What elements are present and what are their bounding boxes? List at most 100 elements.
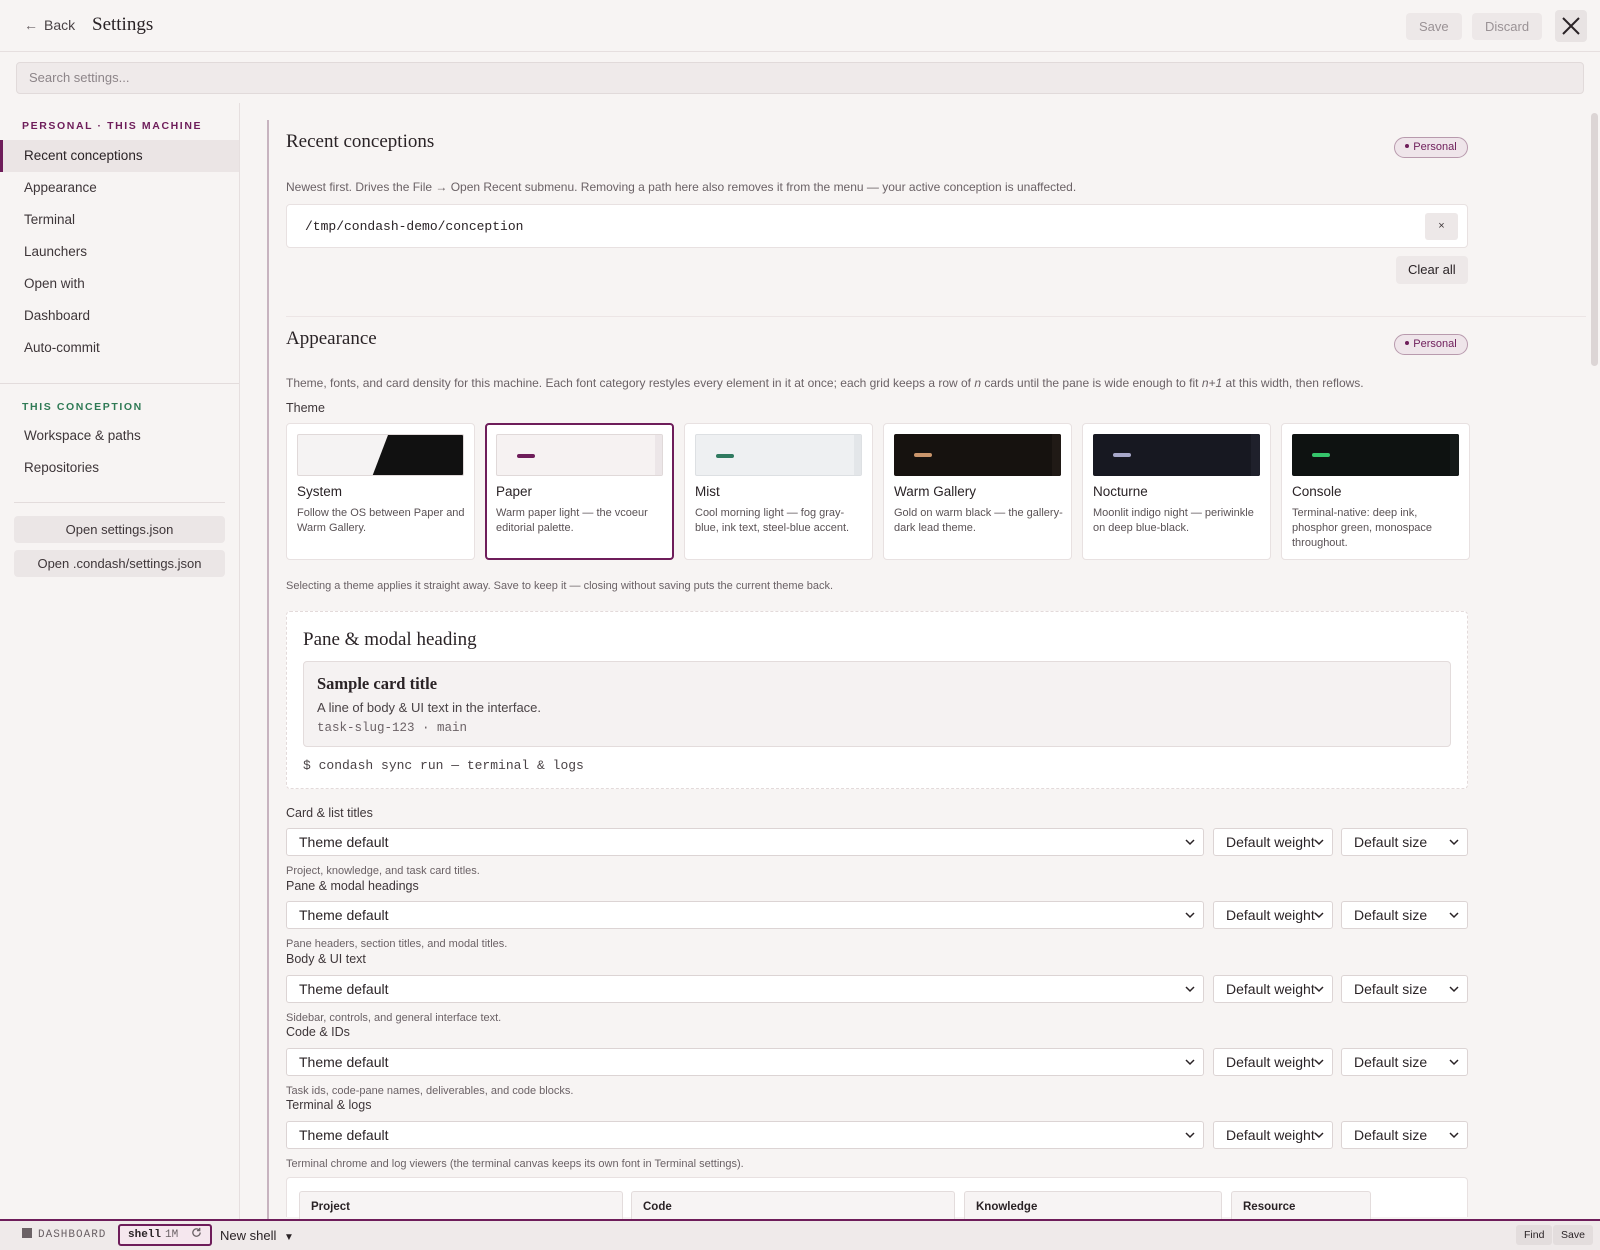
font-size-select[interactable]: Default size <box>1341 901 1468 929</box>
theme-desc: Cool morning light — fog gray-blue, ink … <box>695 507 850 534</box>
font-size-select[interactable]: Default size <box>1341 1121 1468 1149</box>
theme-name: Paper <box>496 484 533 499</box>
font-row-hint: Project, knowledge, and task card titles… <box>286 865 480 877</box>
dashboard-label: DASHBOARD <box>38 1229 107 1241</box>
status-bar: DASHBOARD shell 1M New shell ▼ Find Save <box>0 1219 1600 1250</box>
top-bar: ← Back Settings Save Discard <box>0 0 1600 52</box>
section-accent-line <box>267 120 269 1220</box>
sidebar-heading-conception: THIS CONCEPTION <box>22 401 143 413</box>
font-weight-select[interactable]: Default weight <box>1213 1121 1333 1149</box>
open-condash-settings-json-button[interactable]: Open .condash/settings.json <box>14 550 225 577</box>
theme-swatch <box>496 434 663 476</box>
scrollbar-thumb[interactable] <box>1591 113 1598 366</box>
sidebar-item-dashboard[interactable]: Dashboard <box>0 300 239 332</box>
new-shell-button[interactable]: New shell ▼ <box>220 1228 294 1243</box>
clear-all-button[interactable]: Clear all <box>1396 256 1468 284</box>
grid-header-knowledge: Knowledge <box>964 1191 1222 1219</box>
theme-name: System <box>297 484 343 499</box>
font-family-select[interactable]: Theme default <box>286 1121 1204 1149</box>
theme-name: Nocturne <box>1093 484 1148 499</box>
theme-card-warm-gallery[interactable]: Warm Gallery Gold on warm black — the ga… <box>883 423 1072 560</box>
theme-card-console[interactable]: Console Terminal-native: deep ink, phosp… <box>1281 423 1470 560</box>
font-size-select[interactable]: Default size <box>1341 828 1468 856</box>
accent-bar <box>914 453 932 457</box>
recent-path-row: /tmp/condash-demo/conception × <box>286 204 1468 248</box>
font-family-select[interactable]: Theme default <box>286 901 1204 929</box>
chevron-down-icon <box>1314 986 1324 993</box>
search-input[interactable] <box>29 63 1583 93</box>
theme-swatch <box>894 434 1061 476</box>
recent-path[interactable]: /tmp/condash-demo/conception <box>305 219 523 234</box>
settings-search <box>16 62 1584 94</box>
preview-terminal-text: $ condash sync run — terminal & logs <box>303 758 584 773</box>
font-size-select[interactable]: Default size <box>1341 975 1468 1003</box>
preview-code-text: task-slug-123 · main <box>317 721 468 735</box>
discard-button[interactable]: Discard <box>1472 13 1543 40</box>
close-button[interactable] <box>1555 10 1587 42</box>
chevron-down-icon <box>1185 912 1195 919</box>
sidebar-item-open-with[interactable]: Open with <box>0 268 239 300</box>
badge-label: Personal <box>1413 338 1457 350</box>
remove-path-button[interactable]: × <box>1425 213 1458 240</box>
theme-card-nocturne[interactable]: Nocturne Moonlit indigo night — periwink… <box>1082 423 1271 560</box>
preview-heading: Pane & modal heading <box>303 629 477 650</box>
grid-header-project: Project <box>299 1191 623 1219</box>
font-weight-select[interactable]: Default weight <box>1213 828 1333 856</box>
font-row-hint: Terminal chrome and log viewers (the ter… <box>286 1158 744 1170</box>
preview-body-text: A line of body & UI text in the interfac… <box>317 700 542 715</box>
accent-bar <box>517 454 535 458</box>
shell-tab[interactable]: shell 1M <box>118 1224 212 1246</box>
font-row-hint: Sidebar, controls, and general interface… <box>286 1012 502 1024</box>
dashboard-tab[interactable]: DASHBOARD <box>22 1228 106 1241</box>
sidebar-item-workspace-paths[interactable]: Workspace & paths <box>0 420 239 452</box>
sidebar-divider <box>0 383 239 384</box>
theme-desc: Moonlit indigo night — periwinkle on dee… <box>1093 507 1254 534</box>
find-button[interactable]: Find <box>1516 1225 1553 1245</box>
theme-swatch <box>1292 434 1459 476</box>
sidebar-item-terminal[interactable]: Terminal <box>0 204 239 236</box>
font-row-label: Body & UI text <box>286 952 366 966</box>
font-row-hint: Pane headers, section titles, and modal … <box>286 938 508 950</box>
back-arrow-icon: ← <box>24 17 38 33</box>
sidebar-item-appearance[interactable]: Appearance <box>0 172 239 204</box>
chevron-down-icon <box>1185 1132 1195 1139</box>
statusbar-save-button[interactable]: Save <box>1553 1225 1593 1245</box>
theme-card-mist[interactable]: Mist Cool morning light — fog gray-blue,… <box>684 423 873 560</box>
accent-bar <box>1312 453 1330 457</box>
font-family-select[interactable]: Theme default <box>286 975 1204 1003</box>
open-settings-json-button[interactable]: Open settings.json <box>14 516 225 543</box>
scrollbar[interactable] <box>1589 103 1600 1219</box>
sidebar-item-auto-commit[interactable]: Auto-commit <box>0 332 239 364</box>
badge-dot-icon <box>1405 341 1410 346</box>
save-button[interactable]: Save <box>1406 13 1462 40</box>
font-row-label: Pane & modal headings <box>286 879 419 893</box>
chevron-down-icon <box>1449 839 1459 846</box>
theme-card-paper[interactable]: Paper Warm paper light — the vcoeur edit… <box>485 423 674 560</box>
theme-note: Selecting a theme applies it straight aw… <box>286 580 834 592</box>
preview-card: Sample card title A line of body & UI te… <box>303 661 1451 747</box>
theme-name: Mist <box>695 484 720 499</box>
font-weight-select[interactable]: Default weight <box>1213 975 1333 1003</box>
chevron-down-icon <box>1185 1059 1195 1066</box>
refresh-icon[interactable] <box>191 1227 202 1238</box>
caret-down-icon: ▼ <box>283 1232 294 1243</box>
sidebar-item-repositories[interactable]: Repositories <box>0 452 239 484</box>
badge-label: Personal <box>1413 141 1457 153</box>
chevron-down-icon <box>1449 912 1459 919</box>
sidebar-item-launchers[interactable]: Launchers <box>0 236 239 268</box>
chevron-down-icon <box>1314 1059 1324 1066</box>
font-family-select[interactable]: Theme default <box>286 1048 1204 1076</box>
sidebar-item-recent-conceptions[interactable]: Recent conceptions <box>0 140 239 172</box>
preview-card-title: Sample card title <box>317 674 438 693</box>
back-button[interactable]: ← Back <box>24 17 75 33</box>
new-shell-label: New shell <box>220 1228 277 1243</box>
font-weight-select[interactable]: Default weight <box>1213 1048 1333 1076</box>
sidebar-heading-personal: PERSONAL · THIS MACHINE <box>22 120 203 132</box>
font-size-select[interactable]: Default size <box>1341 1048 1468 1076</box>
system-split-icon <box>372 435 463 475</box>
theme-card-system[interactable]: System Follow the OS between Paper and W… <box>286 423 475 560</box>
font-family-select[interactable]: Theme default <box>286 828 1204 856</box>
shell-age: 1M <box>165 1229 179 1241</box>
theme-swatch <box>1093 434 1260 476</box>
font-weight-select[interactable]: Default weight <box>1213 901 1333 929</box>
